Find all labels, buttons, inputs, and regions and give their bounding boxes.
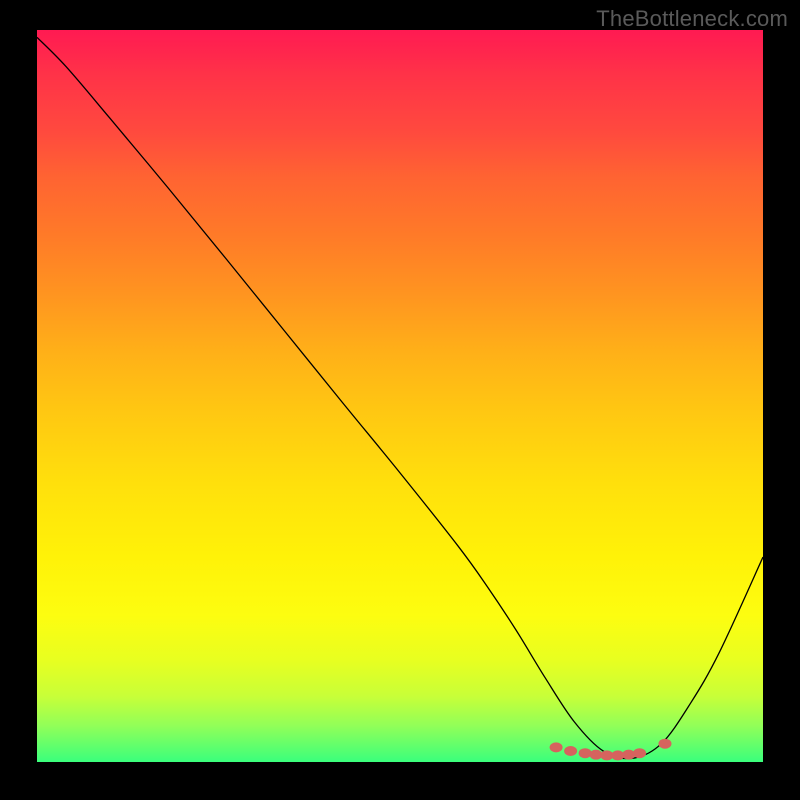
- marker-dot: [622, 750, 635, 760]
- marker-dot: [658, 739, 671, 749]
- marker-dot: [550, 742, 563, 752]
- marker-dot: [579, 748, 592, 758]
- bottleneck-curve: [37, 37, 763, 758]
- chart-svg: [37, 30, 763, 762]
- chart-plot-area: [37, 30, 763, 762]
- watermark-text: TheBottleneck.com: [596, 6, 788, 32]
- marker-dot: [633, 748, 646, 758]
- marker-dot: [564, 746, 577, 756]
